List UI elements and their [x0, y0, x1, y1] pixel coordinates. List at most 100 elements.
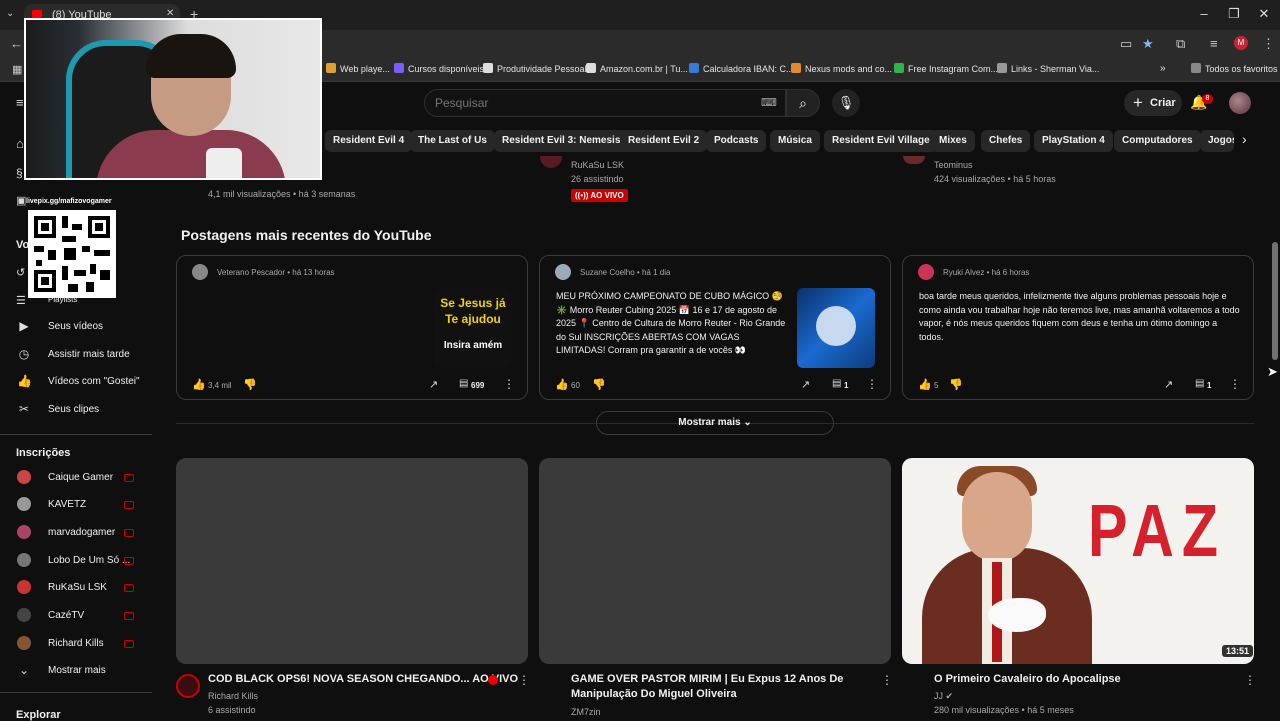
restore-icon[interactable]: ❐	[1224, 6, 1244, 22]
history-icon[interactable]: ↺	[16, 266, 25, 279]
bookmark-item[interactable]: Web playe...	[326, 63, 390, 74]
community-post-card[interactable]: Suzane Coelho • há 1 dia MEU PRÓXIMO CAM…	[539, 255, 891, 400]
channel-name[interactable]: ZM7zin	[571, 707, 601, 717]
chip-resident-evil-4[interactable]: Resident Evil 4	[325, 130, 413, 152]
chip-playstation-4[interactable]: PlayStation 4	[1034, 130, 1113, 152]
chip-chefes[interactable]: Chefes	[981, 130, 1031, 152]
video-title[interactable]: COD BLACK OPS6! NOVA SEASON CHEGANDO... …	[208, 672, 518, 687]
community-post-card[interactable]: Ryuki Alvez • há 6 horas boa tarde meus …	[902, 255, 1254, 400]
show-more-subscriptions[interactable]: ⌄ Mostrar mais	[0, 658, 150, 684]
more-options-icon[interactable]: ⋮	[866, 377, 878, 391]
account-avatar[interactable]	[1229, 92, 1251, 114]
dislike-icon[interactable]: 👎	[243, 378, 257, 391]
apps-grid-icon[interactable]: ▦	[12, 63, 22, 76]
shorts-icon[interactable]: §	[16, 166, 23, 180]
share-icon[interactable]: ↗	[1164, 378, 1173, 391]
chip-resident-evil-3[interactable]: Resident Evil 3: Nemesis	[494, 130, 629, 152]
create-button[interactable]: + Criar	[1124, 90, 1182, 116]
share-icon[interactable]: ↗	[801, 378, 810, 391]
channel-avatar[interactable]	[176, 674, 200, 698]
scrollbar-thumb[interactable]	[1272, 242, 1278, 360]
scrollbar-track[interactable]	[1270, 82, 1280, 720]
bookmark-item[interactable]: Free Instagram Com...	[894, 63, 998, 74]
channel-name[interactable]: Richard Kills	[208, 691, 258, 701]
dislike-icon[interactable]: 👎	[949, 378, 963, 391]
voice-search-button[interactable]: 🎙	[832, 89, 860, 117]
chip-resident-evil-2[interactable]: Resident Evil 2	[620, 130, 708, 152]
subscription-item[interactable]: CazéTV	[0, 603, 150, 629]
channel-avatar[interactable]	[903, 156, 925, 164]
extensions-icon[interactable]: ⧉	[1176, 36, 1185, 52]
more-options-icon[interactable]: ⋮	[1229, 377, 1241, 391]
profile-avatar-icon[interactable]: M	[1234, 36, 1248, 50]
search-input[interactable]	[425, 90, 725, 116]
bookmark-item[interactable]: Cursos disponíveis	[394, 63, 484, 74]
channel-name[interactable]: RuKaSu LSK	[571, 160, 624, 170]
post-author[interactable]: Suzane Coelho • há 1 dia	[580, 268, 670, 277]
bookmark-folder[interactable]: Todos os favoritos	[1191, 63, 1278, 74]
more-options-icon[interactable]: ⋮	[881, 673, 893, 687]
share-icon[interactable]: ↗	[429, 378, 438, 391]
channel-name[interactable]: Teominus	[934, 160, 973, 170]
subscription-item[interactable]: Caique Gamer	[0, 465, 150, 491]
bookmark-item[interactable]: Calculadora IBAN: C...	[689, 63, 794, 74]
chip-jogos[interactable]: Jogos d	[1200, 130, 1234, 152]
chevron-right-icon[interactable]: ›	[1242, 131, 1247, 147]
channel-name[interactable]: JJ ✔	[934, 691, 953, 702]
keyboard-icon[interactable]: ⌨	[761, 96, 777, 109]
sidebar-item-watch-later[interactable]: ◷ Assistir mais tarde	[0, 342, 150, 368]
dislike-icon[interactable]: 👎	[592, 378, 606, 391]
subscriptions-icon[interactable]: ▣	[16, 194, 26, 207]
chip-mixes[interactable]: Mixes	[931, 130, 975, 152]
video-title[interactable]: O Primeiro Cavaleiro do Apocalipse	[934, 672, 1224, 687]
more-options-icon[interactable]: ⋮	[518, 673, 530, 687]
comment-icon[interactable]: ▤	[832, 378, 841, 389]
subscription-item[interactable]: Lobo De Um Só ...	[0, 548, 150, 574]
chip-the-last-of-us[interactable]: The Last of Us	[410, 130, 495, 152]
chip-podcasts[interactable]: Podcasts	[706, 130, 767, 152]
post-author[interactable]: Veterano Pescador • há 13 horas	[217, 268, 335, 277]
playlists-icon[interactable]: ☰	[16, 294, 26, 307]
post-image[interactable]	[797, 288, 875, 368]
community-post-card[interactable]: Veterano Pescador • há 13 horas Se Jesus…	[176, 255, 528, 400]
more-options-icon[interactable]: ⋮	[503, 377, 515, 391]
search-box[interactable]: ⌨	[424, 89, 786, 117]
avatar[interactable]	[918, 264, 934, 280]
bookmark-item[interactable]: Links - Sherman Via...	[997, 63, 1099, 74]
subscription-item[interactable]: RuKaSu LSK	[0, 575, 150, 601]
post-image[interactable]: Se Jesus já Te ajudou Insira amém	[434, 288, 512, 368]
bookmark-star-icon[interactable]: ★	[1142, 36, 1154, 52]
chip-resident-evil-village[interactable]: Resident Evil Village	[824, 130, 938, 152]
like-icon[interactable]: 👍	[918, 378, 932, 391]
comment-icon[interactable]: ▤	[1195, 378, 1204, 389]
subscription-item[interactable]: Richard Kills	[0, 631, 150, 657]
avatar[interactable]	[555, 264, 571, 280]
back-icon[interactable]: ←	[10, 36, 23, 51]
video-title[interactable]: GAME OVER PASTOR MIRIM | Eu Expus 12 Ano…	[571, 672, 851, 702]
avatar[interactable]	[192, 264, 208, 280]
bookmark-item[interactable]: Produtividade Pessoal	[483, 63, 587, 74]
bookmark-item[interactable]: Amazon.com.br | Tu...	[586, 63, 688, 74]
bookmark-item[interactable]: Nexus mods and co...	[791, 63, 892, 74]
browser-menu-icon[interactable]: ⋮	[1262, 36, 1275, 52]
home-icon[interactable]: ⌂	[16, 136, 24, 151]
sidebar-item-liked-videos[interactable]: 👍 Vídeos com "Gostei"	[0, 369, 150, 395]
comment-icon[interactable]: ▤	[459, 378, 468, 389]
sidebar-item-clips[interactable]: ✂ Seus clipes	[0, 397, 150, 423]
media-control-icon[interactable]: ≡	[1210, 36, 1218, 51]
tab-search-icon[interactable]: ⌄	[6, 8, 14, 19]
show-more-posts-button[interactable]: Mostrar mais ⌄	[596, 411, 834, 435]
bookmarks-overflow-icon[interactable]: »	[1160, 63, 1166, 74]
minimize-icon[interactable]: –	[1194, 6, 1214, 21]
chip-musica[interactable]: Música	[770, 130, 820, 152]
like-icon[interactable]: 👍	[192, 378, 206, 391]
search-button[interactable]: ⌕	[786, 89, 820, 117]
hamburger-menu-icon[interactable]: ≡	[16, 95, 24, 110]
sidebar-item-seus-videos[interactable]: ▶ Seus vídeos	[0, 314, 150, 340]
subscription-item[interactable]: KAVETZ	[0, 492, 150, 518]
channel-avatar[interactable]	[540, 156, 562, 168]
video-thumbnail[interactable]	[176, 458, 528, 664]
video-thumbnail[interactable]: PAZ	[902, 458, 1254, 664]
like-icon[interactable]: 👍	[555, 378, 569, 391]
chip-computadores[interactable]: Computadores	[1114, 130, 1201, 152]
